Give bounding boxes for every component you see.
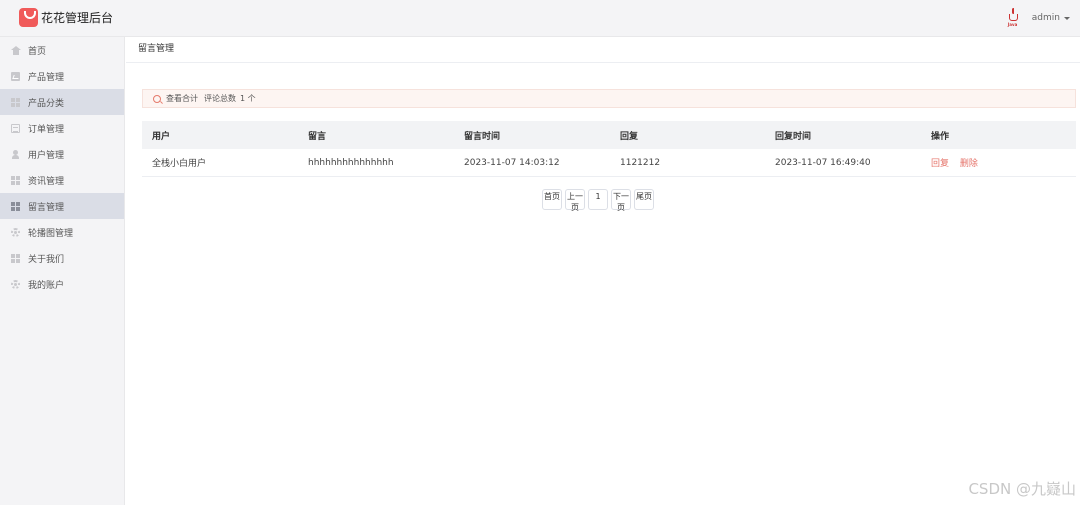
next-page-button[interactable]: 下一 页: [611, 189, 631, 212]
shopping-bag-icon: [19, 8, 38, 27]
column-header-message: 留言: [308, 131, 327, 142]
main-content: 留言管理 查看合计 评论总数 1 个 用户 留言 留言时间 回复 回复时间 操作…: [126, 37, 1080, 505]
user-menu[interactable]: Java admin: [1005, 8, 1070, 28]
column-header-reply-time: 回复时间: [775, 131, 812, 142]
top-header: 花花管理后台 Java admin: [0, 0, 1080, 37]
gear-icon: [11, 227, 20, 237]
cell-reply-time: 2023-11-07 16:49:40: [775, 157, 871, 168]
sidebar-item-label: 关于我们: [28, 254, 65, 265]
java-cup-icon: [1008, 14, 1018, 21]
column-header-user: 用户: [152, 131, 171, 142]
sidebar-item-label: 产品管理: [28, 72, 65, 83]
sidebar-item-label: 产品分类: [28, 98, 65, 109]
first-page-button[interactable]: 首页: [542, 189, 562, 210]
home-icon: [11, 45, 21, 55]
prev-page-label-line1: 上一: [567, 192, 583, 201]
table-row: 全栈小白用户 hhhhhhhhhhhhhhh 2023-11-07 14:03:…: [142, 149, 1076, 177]
cell-reply: 1121212: [620, 157, 661, 168]
sidebar-item-label: 留言管理: [28, 202, 65, 213]
sidebar-item-about[interactable]: 关于我们: [0, 245, 124, 271]
sidebar-item-users[interactable]: 用户管理: [0, 141, 124, 167]
messages-table: 用户 留言 留言时间 回复 回复时间 操作 全栈小白用户 hhhhhhhhhhh…: [142, 121, 1076, 177]
last-page-label: 尾页: [636, 192, 652, 201]
sidebar-item-label: 我的账户: [28, 280, 65, 291]
cell-user: 全栈小白用户: [152, 159, 207, 169]
chevron-down-icon[interactable]: [1064, 16, 1070, 20]
column-header-actions: 操作: [931, 131, 950, 142]
search-icon: [153, 94, 161, 103]
sidebar-item-home[interactable]: 首页: [0, 37, 124, 63]
username[interactable]: admin: [1032, 13, 1060, 23]
avatar[interactable]: Java: [1005, 8, 1023, 28]
delete-button[interactable]: 删除: [960, 159, 978, 169]
sidebar-item-label: 订单管理: [28, 124, 65, 135]
sidebar-item-label: 轮播图管理: [28, 228, 74, 239]
document-icon: [11, 123, 20, 133]
gear-icon: [11, 279, 20, 289]
comment-count-value: 1 个: [240, 94, 256, 103]
prev-page-button[interactable]: 上一 页: [565, 189, 585, 212]
cell-message: hhhhhhhhhhhhhhh: [308, 157, 394, 168]
prev-page-label-line2: 页: [571, 203, 579, 212]
sidebar-item-categories[interactable]: 产品分类: [0, 89, 124, 115]
breadcrumb: 留言管理: [126, 37, 1080, 63]
app-title: 花花管理后台: [41, 11, 114, 25]
next-page-label-line2: 页: [617, 203, 625, 212]
sidebar-item-carousel[interactable]: 轮播图管理: [0, 219, 124, 245]
sidebar-item-account[interactable]: 我的账户: [0, 271, 124, 297]
watermark: CSDN @九嶷山: [968, 480, 1076, 498]
sidebar-item-products[interactable]: 产品管理: [0, 63, 124, 89]
first-page-label: 首页: [544, 192, 560, 201]
avatar-text: Java: [1007, 22, 1018, 27]
column-header-message-time: 留言时间: [464, 131, 501, 142]
sidebar: 首页 产品管理 产品分类 订单管理 用户管理 资讯管理 留言管理 轮播图管理 关…: [0, 37, 125, 505]
last-page-button[interactable]: 尾页: [634, 189, 654, 210]
sidebar-item-news[interactable]: 资讯管理: [0, 167, 124, 193]
grid-icon: [11, 175, 20, 185]
grid-icon: [11, 97, 20, 107]
table-header: 用户 留言 留言时间 回复 回复时间 操作: [142, 121, 1076, 149]
reply-button[interactable]: 回复: [931, 159, 949, 169]
cell-message-time: 2023-11-07 14:03:12: [464, 157, 560, 168]
chart-icon: [11, 71, 20, 81]
stats-label: 查看合计: [166, 94, 198, 103]
current-page-label: 1: [595, 192, 601, 201]
user-icon: [11, 149, 20, 159]
grid-icon: [11, 253, 20, 263]
stats-bar: 查看合计 评论总数 1 个: [142, 89, 1076, 108]
sidebar-item-label: 用户管理: [28, 150, 65, 161]
next-page-label-line1: 下一: [613, 192, 629, 201]
sidebar-item-label: 首页: [28, 46, 47, 57]
pagination: 首页 上一 页 1 下一 页 尾页: [542, 189, 657, 212]
column-header-reply: 回复: [620, 131, 639, 142]
sidebar-item-label: 资讯管理: [28, 176, 65, 187]
brand[interactable]: 花花管理后台: [19, 8, 113, 27]
sidebar-item-orders[interactable]: 订单管理: [0, 115, 124, 141]
comment-count-label: 评论总数: [204, 94, 236, 103]
sidebar-item-messages[interactable]: 留言管理: [0, 193, 124, 219]
page-number-button[interactable]: 1: [588, 189, 608, 210]
cell-actions: 回复 删除: [921, 156, 1076, 169]
grid-icon: [11, 201, 20, 211]
